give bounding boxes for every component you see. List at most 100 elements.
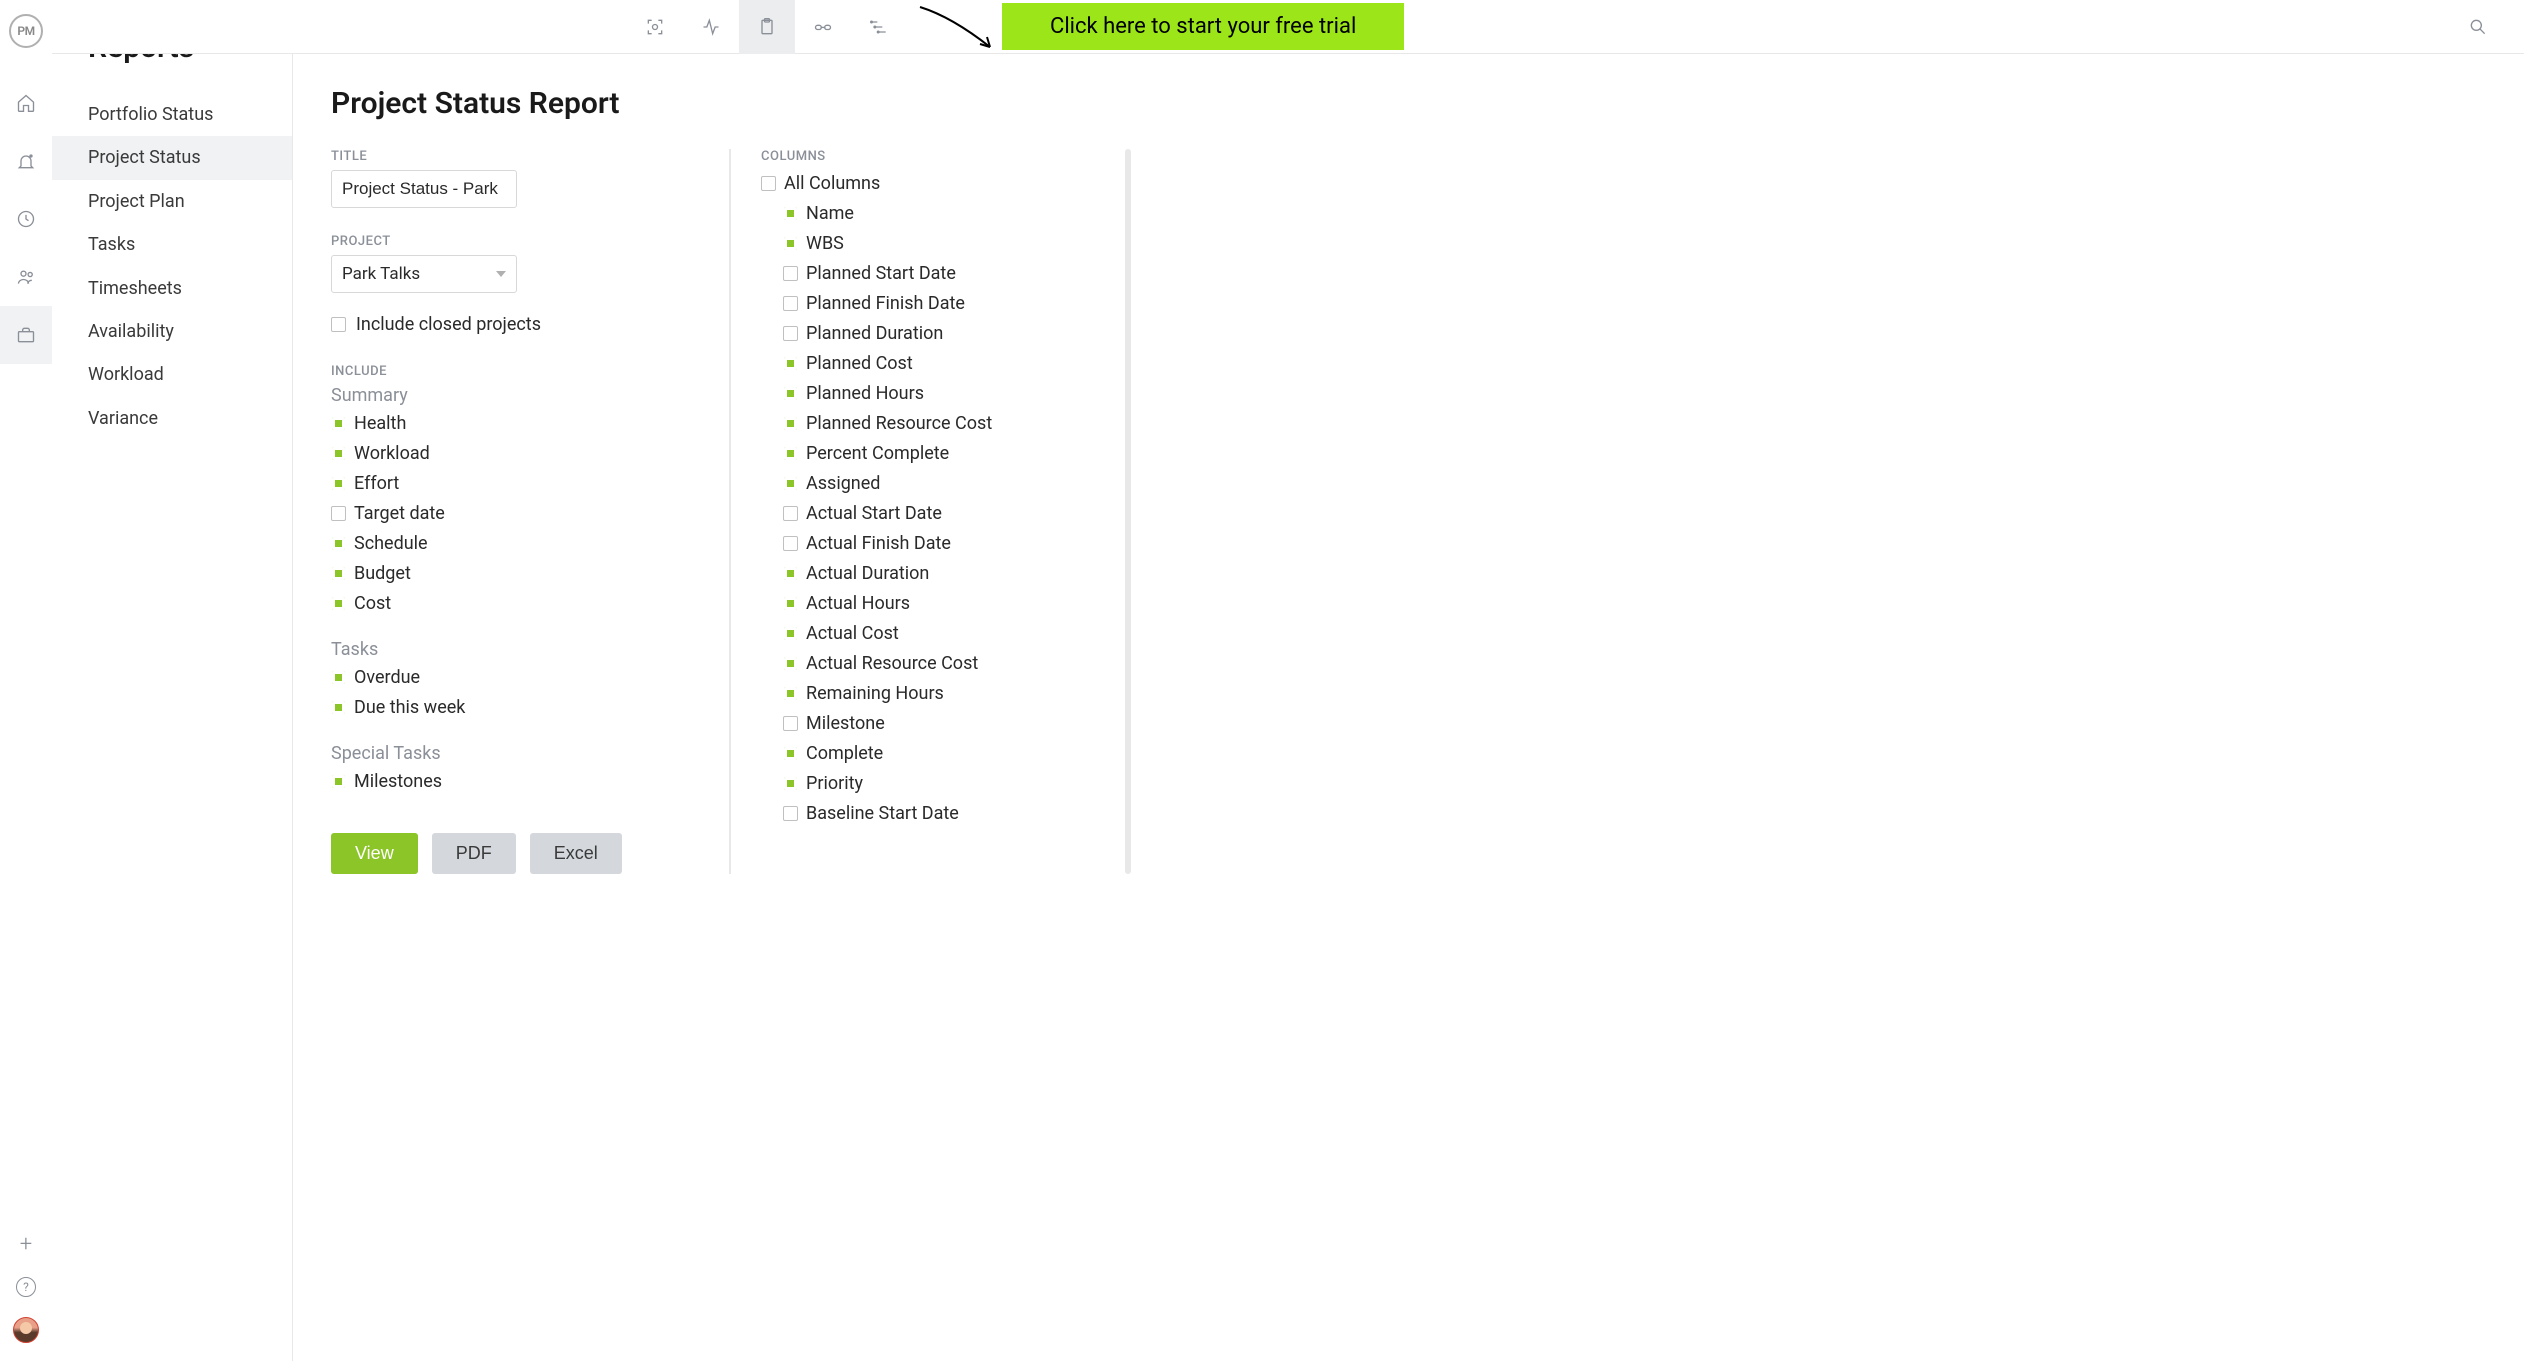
- rail-portfolio[interactable]: [0, 306, 52, 364]
- clock-icon: [16, 209, 36, 229]
- column-checkbox-complete[interactable]: [784, 747, 797, 760]
- column-label-actual-start-date[interactable]: Actual Start Date: [806, 500, 942, 527]
- column-checkbox-actual-start-date[interactable]: [783, 506, 798, 521]
- column-label-priority[interactable]: Priority: [806, 770, 863, 797]
- top-reports[interactable]: [739, 0, 795, 54]
- rail-notifications[interactable]: [0, 132, 52, 190]
- column-checkbox-assigned[interactable]: [784, 477, 797, 490]
- summary-checkbox-health[interactable]: [332, 417, 345, 430]
- column-checkbox-percent-complete[interactable]: [784, 447, 797, 460]
- column-checkbox-actual-resource-cost[interactable]: [784, 657, 797, 670]
- all-columns-label[interactable]: All Columns: [784, 170, 880, 197]
- summary-label-cost[interactable]: Cost: [354, 590, 391, 617]
- rail-add[interactable]: +: [20, 1232, 32, 1257]
- top-overview[interactable]: [627, 0, 683, 54]
- summary-label-target-date[interactable]: Target date: [354, 500, 445, 527]
- rail-recent[interactable]: [0, 190, 52, 248]
- column-label-wbs[interactable]: WBS: [806, 230, 844, 257]
- columns-scrollbar[interactable]: [1125, 149, 1131, 874]
- column-checkbox-priority[interactable]: [784, 777, 797, 790]
- column-label-planned-start-date[interactable]: Planned Start Date: [806, 260, 956, 287]
- summary-checkbox-budget[interactable]: [332, 567, 345, 580]
- column-label-remaining-hours[interactable]: Remaining Hours: [806, 680, 944, 707]
- summary-label-effort[interactable]: Effort: [354, 470, 399, 497]
- project-select[interactable]: Park Talks: [331, 255, 517, 293]
- icon-rail: PM + ?: [0, 0, 52, 1361]
- column-checkbox-name[interactable]: [784, 207, 797, 220]
- column-label-planned-resource-cost[interactable]: Planned Resource Cost: [806, 410, 992, 437]
- column-checkbox-actual-finish-date[interactable]: [783, 536, 798, 551]
- user-avatar[interactable]: [13, 1317, 39, 1343]
- column-label-planned-hours[interactable]: Planned Hours: [806, 380, 924, 407]
- column-label-actual-finish-date[interactable]: Actual Finish Date: [806, 530, 951, 557]
- summary-label-budget[interactable]: Budget: [354, 560, 411, 587]
- include-closed-checkbox[interactable]: [331, 317, 346, 332]
- column-label-planned-duration[interactable]: Planned Duration: [806, 320, 943, 347]
- summary-checkbox-workload[interactable]: [332, 447, 345, 460]
- cta-button[interactable]: Click here to start your free trial: [1002, 3, 1404, 50]
- column-checkbox-baseline-start-date[interactable]: [783, 806, 798, 821]
- app-logo[interactable]: PM: [9, 14, 43, 48]
- top-activity[interactable]: [683, 0, 739, 54]
- sidebar-item-timesheets[interactable]: Timesheets: [52, 267, 292, 310]
- column-label-actual-hours[interactable]: Actual Hours: [806, 590, 910, 617]
- view-button[interactable]: View: [331, 833, 418, 874]
- column-checkbox-wbs[interactable]: [784, 237, 797, 250]
- tasks-checkbox-due-this-week[interactable]: [332, 701, 345, 714]
- column-checkbox-actual-duration[interactable]: [784, 567, 797, 580]
- pdf-button[interactable]: PDF: [432, 833, 516, 874]
- rail-home[interactable]: [0, 74, 52, 132]
- excel-button[interactable]: Excel: [530, 833, 622, 874]
- sidebar-item-project-plan[interactable]: Project Plan: [52, 180, 292, 223]
- column-checkbox-planned-start-date[interactable]: [783, 266, 798, 281]
- tasks-checkbox-overdue[interactable]: [332, 671, 345, 684]
- column-checkbox-planned-finish-date[interactable]: [783, 296, 798, 311]
- column-label-planned-finish-date[interactable]: Planned Finish Date: [806, 290, 965, 317]
- rail-help[interactable]: ?: [16, 1277, 36, 1297]
- column-label-complete[interactable]: Complete: [806, 740, 883, 767]
- column-label-name[interactable]: Name: [806, 200, 854, 227]
- column-label-actual-resource-cost[interactable]: Actual Resource Cost: [806, 650, 978, 677]
- top-link[interactable]: [795, 0, 851, 54]
- column-label-planned-cost[interactable]: Planned Cost: [806, 350, 913, 377]
- sidebar-item-workload[interactable]: Workload: [52, 353, 292, 396]
- sidebar-item-project-status[interactable]: Project Status: [52, 136, 292, 179]
- column-label-actual-duration[interactable]: Actual Duration: [806, 560, 929, 587]
- column-label-percent-complete[interactable]: Percent Complete: [806, 440, 949, 467]
- summary-checkbox-cost[interactable]: [332, 597, 345, 610]
- column-checkbox-milestone[interactable]: [783, 716, 798, 731]
- summary-header: Summary: [331, 385, 699, 406]
- summary-label-workload[interactable]: Workload: [354, 440, 430, 467]
- column-checkbox-planned-hours[interactable]: [784, 387, 797, 400]
- column-checkbox-planned-resource-cost[interactable]: [784, 417, 797, 430]
- scan-icon: [645, 17, 665, 37]
- column-checkbox-planned-cost[interactable]: [784, 357, 797, 370]
- summary-checkbox-effort[interactable]: [332, 477, 345, 490]
- column-checkbox-remaining-hours[interactable]: [784, 687, 797, 700]
- tasks-label-due-this-week[interactable]: Due this week: [354, 694, 465, 721]
- column-label-milestone[interactable]: Milestone: [806, 710, 885, 737]
- column-label-baseline-start-date[interactable]: Baseline Start Date: [806, 800, 959, 827]
- column-checkbox-planned-duration[interactable]: [783, 326, 798, 341]
- column-checkbox-actual-hours[interactable]: [784, 597, 797, 610]
- rail-team[interactable]: [0, 248, 52, 306]
- sidebar-item-portfolio-status[interactable]: Portfolio Status: [52, 93, 292, 136]
- column-label-assigned[interactable]: Assigned: [806, 470, 880, 497]
- summary-label-health[interactable]: Health: [354, 410, 406, 437]
- top-search[interactable]: [2450, 0, 2506, 54]
- summary-checkbox-target-date[interactable]: [331, 506, 346, 521]
- sidebar-item-tasks[interactable]: Tasks: [52, 223, 292, 266]
- special-checkbox-milestones[interactable]: [332, 775, 345, 788]
- sidebar-item-availability[interactable]: Availability: [52, 310, 292, 353]
- summary-checkbox-schedule[interactable]: [332, 537, 345, 550]
- tasks-label-overdue[interactable]: Overdue: [354, 664, 420, 691]
- title-input[interactable]: [331, 170, 517, 208]
- summary-label-schedule[interactable]: Schedule: [354, 530, 428, 557]
- column-label-actual-cost[interactable]: Actual Cost: [806, 620, 899, 647]
- include-closed-label[interactable]: Include closed projects: [356, 311, 541, 338]
- all-columns-checkbox[interactable]: [761, 176, 776, 191]
- top-gantt[interactable]: [851, 0, 907, 54]
- column-checkbox-actual-cost[interactable]: [784, 627, 797, 640]
- special-label-milestones[interactable]: Milestones: [354, 768, 442, 795]
- sidebar-item-variance[interactable]: Variance: [52, 397, 292, 440]
